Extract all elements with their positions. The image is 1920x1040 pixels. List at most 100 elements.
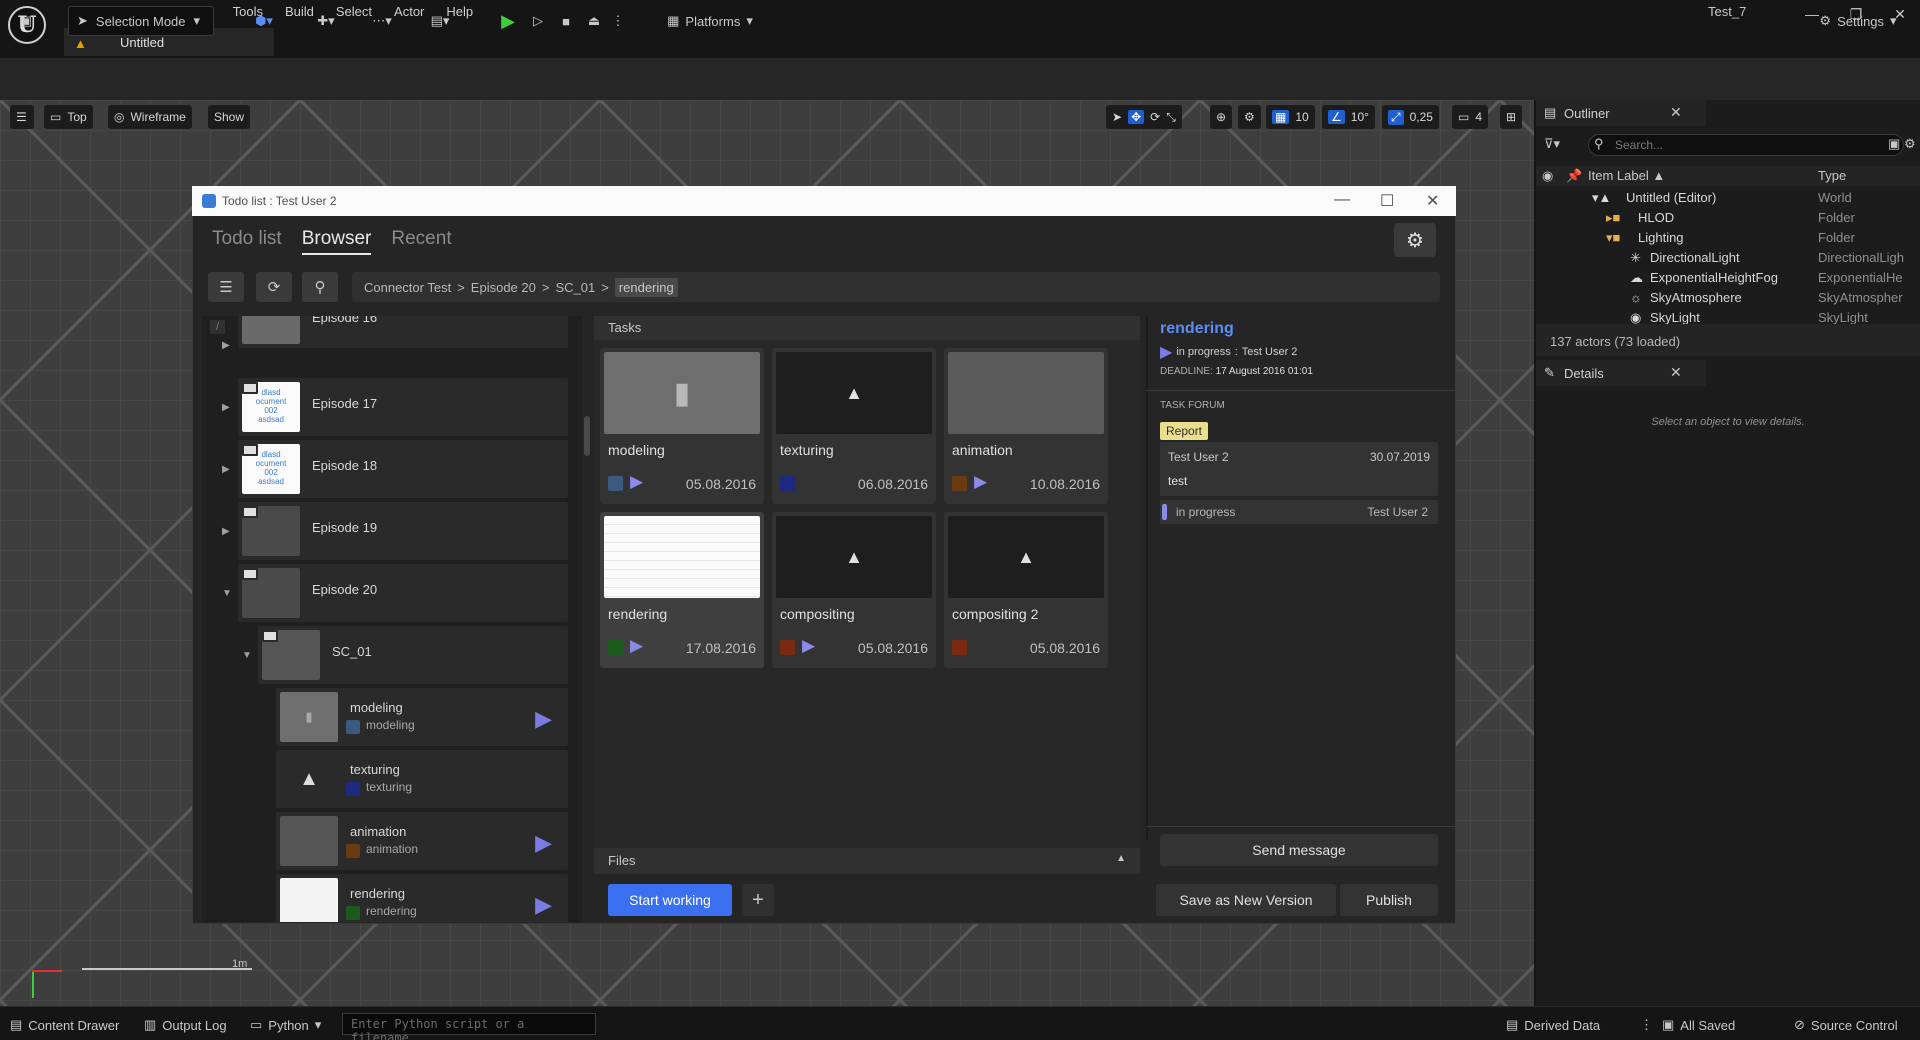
close-outliner-icon[interactable]: ✕ bbox=[1670, 104, 1682, 121]
python-input[interactable]: Enter Python script or a filename bbox=[342, 1013, 596, 1040]
outliner-row[interactable]: ▾■ Lighting Folder bbox=[1536, 230, 1906, 250]
settings-button[interactable]: ⚙ Settings ▾ bbox=[1810, 6, 1906, 36]
eject-icon[interactable]: ⏏ bbox=[582, 6, 606, 36]
tree-row-episode-16[interactable]: Episode 16 bbox=[238, 316, 568, 348]
play-icon[interactable]: ▶ bbox=[630, 472, 643, 492]
chevron-up-icon[interactable]: ▲ bbox=[1116, 853, 1126, 864]
save-new-version-button[interactable]: Save as New Version bbox=[1156, 884, 1336, 916]
content-drawer-button[interactable]: ▤ Content Drawer bbox=[10, 1017, 119, 1033]
tree-row-task-animation[interactable]: animation animation ▶ bbox=[276, 812, 568, 870]
tab-todo-list[interactable]: Todo list bbox=[212, 228, 282, 255]
minimize-icon[interactable]: — bbox=[1334, 191, 1350, 209]
rotation-snap-button[interactable]: ∠ 10° bbox=[1322, 105, 1375, 129]
maximize-icon[interactable]: ☐ bbox=[1380, 191, 1394, 211]
files-header[interactable]: Files ▲ bbox=[594, 848, 1140, 874]
report-badge[interactable]: Report bbox=[1160, 422, 1209, 440]
close-details-icon[interactable]: ✕ bbox=[1670, 364, 1682, 381]
outliner-row[interactable]: ▸■ HLOD Folder bbox=[1536, 210, 1906, 230]
breadcrumb-current[interactable]: rendering bbox=[614, 277, 678, 297]
outliner-search-input[interactable]: Search... bbox=[1588, 134, 1904, 156]
rotate-tool-icon[interactable]: ⟳ bbox=[1150, 110, 1160, 124]
filter-sliders-icon[interactable]: ☰ bbox=[208, 272, 244, 302]
task-card-compositing-2[interactable]: ▲ compositing 2 05.08.2016 bbox=[944, 512, 1108, 668]
filter-icon[interactable]: ⊽▾ bbox=[1544, 136, 1560, 152]
grid-snap-button[interactable]: ▦ 10 bbox=[1266, 105, 1315, 129]
derived-data-button[interactable]: ▤ Derived Data bbox=[1506, 1017, 1600, 1033]
output-log-button[interactable]: ▥ Output Log bbox=[144, 1017, 227, 1033]
step-icon[interactable]: ▷ bbox=[526, 6, 550, 36]
tree-row-episode-19[interactable]: Episode 19 bbox=[238, 502, 568, 560]
move-tool-icon[interactable]: ✥ bbox=[1128, 110, 1145, 124]
scale-tool-icon[interactable]: ⤡ bbox=[1166, 110, 1176, 125]
expand-arrow-icon[interactable]: ▶ bbox=[222, 402, 230, 413]
tree-row-episode-20[interactable]: Episode 20 bbox=[238, 564, 568, 622]
tab-recent[interactable]: Recent bbox=[391, 228, 451, 255]
view-mode-button[interactable]: ▭ Top bbox=[44, 105, 93, 129]
tree-root[interactable]: / bbox=[210, 320, 226, 334]
settings-gear-icon[interactable]: ⚙ bbox=[1394, 223, 1436, 257]
hamburger-icon[interactable]: ☰ bbox=[10, 105, 34, 129]
tree-scrollbar[interactable] bbox=[584, 416, 590, 456]
more-icon[interactable]: ⋮ bbox=[1640, 1017, 1653, 1033]
play-icon[interactable]: ▶ bbox=[630, 636, 643, 656]
scale-snap-button[interactable]: ⤢ 0,25 bbox=[1382, 105, 1439, 129]
task-card-compositing[interactable]: ▲ compositing ▶ 05.08.2016 bbox=[772, 512, 936, 668]
breadcrumb-item[interactable]: Episode 20 bbox=[471, 280, 536, 295]
more-icon[interactable]: ⋮ bbox=[610, 6, 626, 36]
browser-tree[interactable]: Episode 16 ▶ dlasd ocument 002 asdsad Ep… bbox=[202, 316, 582, 922]
refresh-icon[interactable]: ⟳ bbox=[256, 272, 292, 302]
tree-row-sc01[interactable]: SC_01 bbox=[258, 626, 568, 684]
play-icon[interactable]: ▶ bbox=[974, 472, 987, 492]
breadcrumb-item[interactable]: SC_01 bbox=[555, 280, 595, 295]
expand-arrow-icon[interactable]: ▶ bbox=[222, 340, 230, 351]
play-icon[interactable]: ▶ bbox=[535, 706, 552, 732]
task-card-rendering[interactable]: rendering ▶ 17.08.2016 bbox=[600, 512, 764, 668]
search-icon[interactable]: ⚲ bbox=[302, 272, 338, 302]
send-message-button[interactable]: Send message bbox=[1160, 834, 1438, 866]
task-card-animation[interactable]: animation ▶ 10.08.2016 bbox=[944, 348, 1108, 504]
publish-button[interactable]: Publish bbox=[1340, 884, 1438, 916]
type-column[interactable]: Type bbox=[1818, 168, 1846, 183]
todo-window-titlebar[interactable]: Todo list : Test User 2 — ☐ ✕ bbox=[192, 186, 1456, 216]
tree-row-task-modeling[interactable]: ▮ modeling modeling ▶ bbox=[276, 688, 568, 746]
add-icon[interactable]: + bbox=[742, 884, 774, 916]
stop-icon[interactable]: ■ bbox=[554, 6, 578, 36]
cinematics-icon[interactable]: ▤▾ bbox=[418, 6, 462, 36]
task-card-texturing[interactable]: ▲ texturing 06.08.2016 bbox=[772, 348, 936, 504]
outliner-row[interactable]: ◉ SkyLight SkyLight bbox=[1536, 310, 1906, 324]
python-dropdown[interactable]: ▭ Python ▾ bbox=[250, 1017, 321, 1033]
blueprint-icon[interactable]: ⬢▾ bbox=[244, 6, 284, 36]
show-button[interactable]: Show bbox=[208, 105, 251, 129]
camera-speed-button[interactable]: ▭ 4 bbox=[1452, 105, 1489, 129]
select-tool-icon[interactable]: ➤ bbox=[1112, 110, 1122, 124]
tree-row-task-texturing[interactable]: ▲ texturing texturing bbox=[276, 750, 568, 808]
play-icon[interactable]: ▶ bbox=[802, 636, 815, 656]
save-icon[interactable]: ▣ bbox=[12, 6, 40, 36]
breadcrumb-item[interactable]: Connector Test bbox=[364, 280, 451, 295]
platforms-button[interactable]: ▦ Platforms ▾ bbox=[660, 6, 760, 36]
gear-icon[interactable]: ⚙ bbox=[1904, 136, 1916, 152]
coordinate-space-icon[interactable]: ⊕ bbox=[1210, 105, 1233, 129]
layout-icon[interactable]: ⊞ bbox=[1500, 105, 1523, 129]
outliner-row[interactable]: ▾▲ Untitled (Editor) World bbox=[1536, 190, 1906, 210]
expand-arrow-icon[interactable]: ▶ bbox=[222, 464, 230, 475]
task-card-modeling[interactable]: ▮ modeling ▶ 05.08.2016 bbox=[600, 348, 764, 504]
play-icon[interactable]: ▶ bbox=[1160, 342, 1172, 362]
source-control-button[interactable]: ⊘ Source Control bbox=[1794, 1017, 1898, 1033]
collapse-arrow-icon[interactable]: ▼ bbox=[222, 588, 232, 599]
pane-divider[interactable] bbox=[1146, 316, 1148, 840]
pin-icon[interactable]: 📌 bbox=[1566, 168, 1582, 184]
selection-mode-dropdown[interactable]: ➤ Selection Mode ▾ bbox=[68, 6, 214, 36]
tree-row-episode-18[interactable]: dlasd ocument 002 asdsad Episode 18 bbox=[238, 440, 568, 498]
outliner-row[interactable]: ☼ SkyAtmosphere SkyAtmospher bbox=[1536, 290, 1906, 310]
tab-browser[interactable]: Browser bbox=[301, 228, 372, 255]
collapse-arrow-icon[interactable]: ▼ bbox=[242, 650, 252, 661]
play-icon[interactable]: ▶ bbox=[535, 892, 552, 918]
start-working-button[interactable]: Start working bbox=[608, 884, 732, 916]
tree-row-task-rendering[interactable]: rendering rendering ▶ bbox=[276, 874, 568, 922]
add-actor-icon[interactable]: ✚▾ bbox=[306, 6, 346, 36]
add-folder-icon[interactable]: ▣ bbox=[1888, 136, 1900, 152]
sequence-icon[interactable]: ⋯▾ bbox=[360, 6, 404, 36]
close-icon[interactable]: ✕ bbox=[1426, 191, 1439, 211]
expand-arrow-icon[interactable]: ▶ bbox=[222, 526, 230, 537]
